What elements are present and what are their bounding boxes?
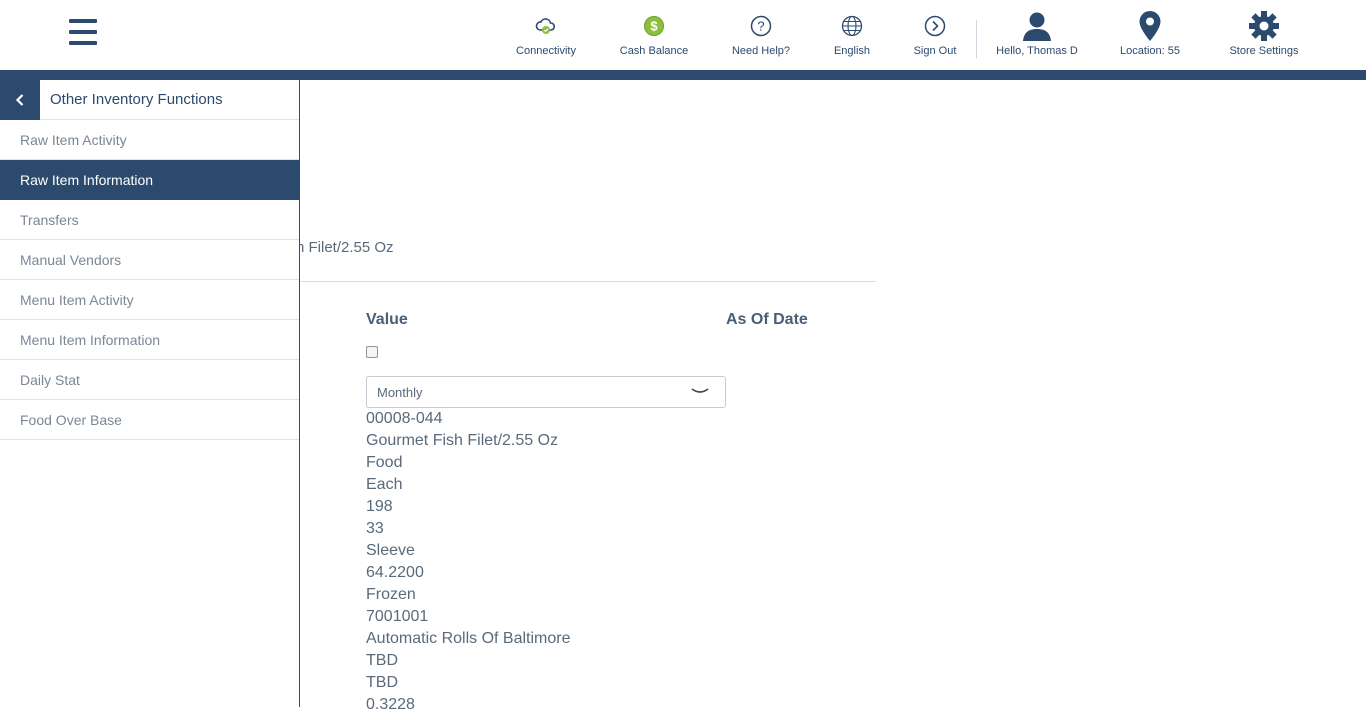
value-item: TBD (366, 674, 398, 691)
nav-label: Need Help? (731, 45, 791, 57)
chevron-left-icon (15, 93, 24, 106)
value-item: 7001001 (366, 608, 429, 625)
header-accent-bar (0, 70, 1366, 80)
svg-text:?: ? (757, 19, 764, 34)
column-header-value: Value (366, 311, 408, 328)
user-icon (1021, 8, 1053, 44)
nav-user[interactable]: Hello, Thomas D (994, 8, 1080, 64)
globe-icon (841, 8, 863, 44)
help-icon: ? (750, 8, 772, 44)
top-header: Connectivity $ Cash Balance ? Need Help? (0, 0, 1366, 70)
nav-connectivity[interactable]: Connectivity (514, 8, 578, 64)
value-item: 64.2200 (366, 564, 424, 581)
sidebar-item-menu-item-information[interactable]: Menu Item Information (0, 320, 299, 360)
divider (300, 281, 876, 282)
checkbox[interactable] (366, 346, 378, 358)
sidebar: Other Inventory Functions Raw Item Activ… (0, 79, 300, 707)
value-item: 198 (366, 498, 393, 515)
value-item: Sleeve (366, 542, 415, 559)
sidebar-item-manual-vendors[interactable]: Manual Vendors (0, 240, 299, 280)
column-header-as-of-date: As Of Date (726, 311, 808, 328)
svg-text:$: $ (650, 19, 658, 34)
value-item: Frozen (366, 586, 416, 603)
nav-label: Location: 55 (1120, 45, 1180, 57)
sign-out-icon (924, 8, 946, 44)
value-item: Food (366, 454, 403, 471)
value-item: Each (366, 476, 403, 493)
nav-cash-balance[interactable]: $ Cash Balance (618, 8, 690, 64)
cloud-icon (535, 8, 557, 44)
frequency-select[interactable]: Monthly (366, 376, 726, 408)
sidebar-item-food-over-base[interactable]: Food Over Base (0, 400, 299, 440)
nav-label: Hello, Thomas D (996, 45, 1078, 57)
sidebar-item-transfers[interactable]: Transfers (0, 200, 299, 240)
gear-icon (1248, 8, 1280, 44)
nav-label: Connectivity (516, 45, 576, 57)
value-item: Gourmet Fish Filet/2.55 Oz (366, 432, 559, 449)
value-item: 0.3228 (366, 696, 415, 713)
nav-label: Sign Out (913, 45, 957, 57)
nav-need-help[interactable]: ? Need Help? (730, 8, 792, 64)
sidebar-item-raw-item-activity[interactable]: Raw Item Activity (0, 120, 299, 160)
location-pin-icon (1138, 8, 1162, 44)
value-list: 00008-044 Gourmet Fish Filet/2.55 Oz Foo… (366, 408, 766, 716)
value-item: 00008-044 (366, 410, 443, 427)
nav-location[interactable]: Location: 55 (1118, 8, 1182, 64)
nav-label: English (833, 45, 871, 57)
frequency-select-value: Monthly (377, 385, 423, 400)
nav-store-settings[interactable]: Store Settings (1226, 8, 1302, 64)
value-item: Automatic Rolls Of Baltimore (366, 630, 571, 647)
item-title: h Filet/2.55 Oz (296, 239, 394, 256)
sidebar-item-raw-item-information[interactable]: Raw Item Information (0, 160, 299, 200)
back-button[interactable] (0, 79, 40, 120)
dollar-icon: $ (643, 8, 665, 44)
nav-label: Store Settings (1229, 45, 1299, 57)
nav-divider (976, 20, 977, 58)
sidebar-item-menu-item-activity[interactable]: Menu Item Activity (0, 280, 299, 320)
value-item: 33 (366, 520, 384, 537)
chevron-down-icon (691, 385, 709, 403)
hamburger-menu-icon[interactable] (69, 19, 97, 47)
nav-language[interactable]: English (830, 8, 874, 64)
nav-sign-out[interactable]: Sign Out (910, 8, 960, 64)
value-item: TBD (366, 652, 398, 669)
sidebar-title: Other Inventory Functions (50, 91, 223, 108)
sidebar-item-daily-stat[interactable]: Daily Stat (0, 360, 299, 400)
sidebar-header: Other Inventory Functions (0, 79, 299, 120)
nav-label: Cash Balance (619, 45, 689, 57)
